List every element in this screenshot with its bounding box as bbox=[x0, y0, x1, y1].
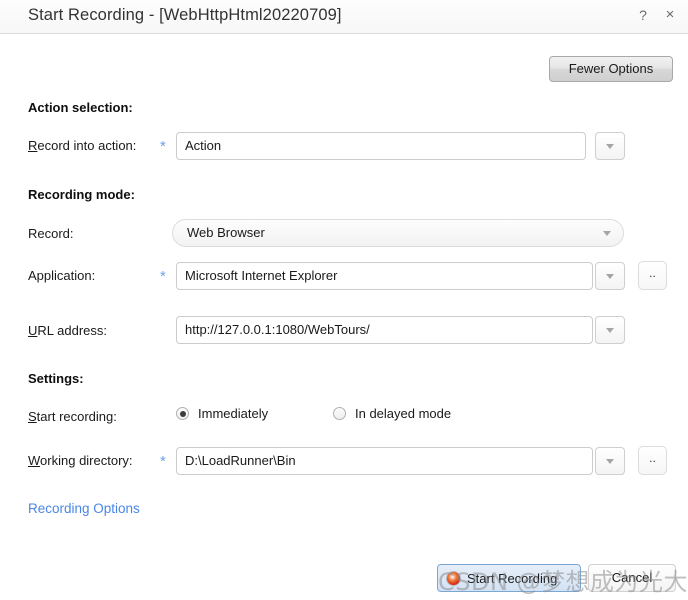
working-directory-dropdown-arrow[interactable] bbox=[595, 447, 625, 475]
record-combobox[interactable]: Web Browser bbox=[172, 219, 624, 247]
working-directory-label-rest: orking directory: bbox=[40, 453, 133, 468]
radio-in-delayed-mode-label: In delayed mode bbox=[355, 406, 452, 421]
working-directory-browse-button[interactable]: .. bbox=[638, 446, 667, 475]
section-heading-action-selection: Action selection: bbox=[28, 100, 133, 115]
working-directory-input[interactable]: D:\LoadRunner\Bin bbox=[176, 447, 593, 475]
start-recording-button-label: Start Recording bbox=[467, 570, 558, 586]
start-recording-button[interactable]: Start Recording bbox=[437, 564, 581, 592]
radio-in-delayed-mode[interactable]: In delayed mode bbox=[333, 406, 451, 421]
section-heading-settings: Settings: bbox=[28, 371, 84, 386]
url-address-input[interactable]: http://127.0.0.1:1080/WebTours/ bbox=[176, 316, 593, 344]
record-into-action-dropdown-arrow[interactable] bbox=[595, 132, 625, 160]
record-into-action-input[interactable]: Action bbox=[176, 132, 586, 160]
radio-in-delayed-mode-dot[interactable] bbox=[333, 407, 346, 420]
section-heading-recording-mode: Recording mode: bbox=[28, 187, 135, 202]
window-title: Start Recording - [WebHttpHtml20220709] bbox=[28, 6, 342, 24]
record-into-action-label: Record into action: bbox=[28, 138, 136, 153]
start-recording-label-accel: S bbox=[28, 409, 37, 424]
record-label: Record: bbox=[28, 226, 74, 241]
title-bar-buttons: ? × bbox=[635, 6, 678, 24]
application-required-star: * bbox=[160, 268, 166, 285]
record-into-action-label-accel: R bbox=[28, 138, 38, 153]
application-label: Application: bbox=[28, 268, 96, 283]
recording-options-link[interactable]: Recording Options bbox=[28, 501, 140, 516]
record-into-action-label-rest: ecord into action: bbox=[37, 138, 137, 153]
help-icon[interactable]: ? bbox=[635, 6, 651, 24]
url-address-dropdown-arrow[interactable] bbox=[595, 316, 625, 344]
application-browse-button[interactable]: .. bbox=[638, 261, 667, 290]
start-recording-label-rest: tart recording: bbox=[36, 409, 117, 424]
radio-immediately-label: Immediately bbox=[198, 406, 269, 421]
working-directory-required-star: * bbox=[160, 453, 166, 470]
dialog-body: Fewer Options Action selection: Record i… bbox=[0, 34, 688, 600]
radio-immediately-dot[interactable] bbox=[176, 407, 189, 420]
close-icon[interactable]: × bbox=[662, 6, 678, 24]
url-address-label-rest: RL address: bbox=[37, 323, 107, 338]
title-bar: Start Recording - [WebHttpHtml20220709] … bbox=[0, 0, 688, 34]
application-dropdown-arrow[interactable] bbox=[595, 262, 625, 290]
working-directory-label-accel: W bbox=[28, 453, 41, 468]
working-directory-label: Working directory: bbox=[28, 453, 133, 468]
application-input[interactable]: Microsoft Internet Explorer bbox=[176, 262, 593, 290]
url-address-label: URL address: bbox=[28, 323, 107, 338]
cancel-button[interactable]: Cancel bbox=[588, 564, 676, 592]
start-recording-label: Start recording: bbox=[28, 409, 117, 424]
record-circle-icon bbox=[446, 570, 461, 586]
record-into-action-required-star: * bbox=[160, 138, 166, 155]
url-address-label-accel: U bbox=[28, 323, 38, 338]
fewer-options-button[interactable]: Fewer Options bbox=[549, 56, 673, 82]
radio-immediately[interactable]: Immediately bbox=[176, 406, 268, 421]
